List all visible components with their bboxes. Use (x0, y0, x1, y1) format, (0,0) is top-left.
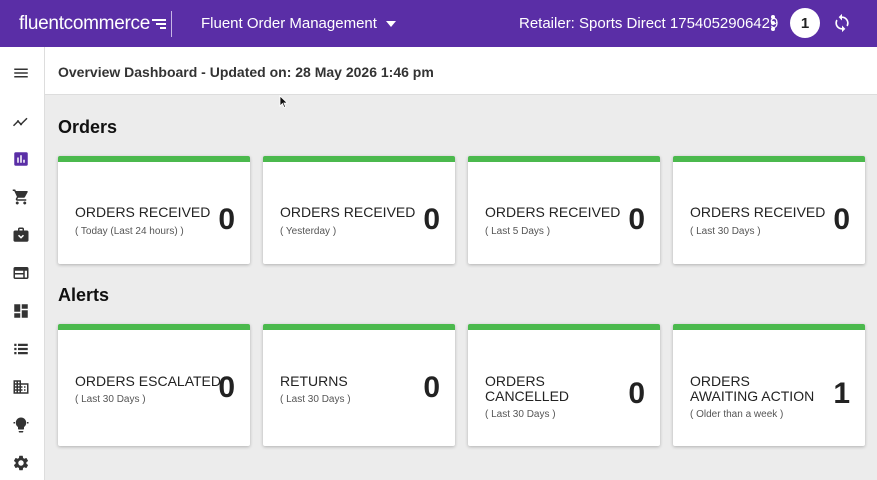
caret-down-icon (385, 20, 396, 27)
returns-card[interactable]: RETURNS ( Last 30 Days ) 0 (263, 324, 455, 446)
card-value: 0 (833, 203, 850, 236)
mouse-cursor-icon (279, 95, 289, 109)
card-value: 1 (833, 377, 850, 410)
chart-icon[interactable] (11, 149, 31, 169)
orders-section-title: Orders (58, 117, 118, 137)
orders-received-30-days-card[interactable]: ORDERS RECEIVED ( Last 30 Days ) 0 (673, 156, 865, 264)
page-title: Overview Dashboard - Updated on: 28 May … (58, 64, 434, 80)
orders-received-today-card[interactable]: ORDERS RECEIVED ( Today (Last 24 hours) … (58, 156, 250, 264)
card-value: 0 (218, 371, 235, 404)
app-switcher[interactable]: Fluent Order Management (201, 15, 396, 32)
card-label: ORDERS RECEIVED (280, 204, 416, 220)
orders-received-5-days-card[interactable]: ORDERS RECEIVED ( Last 5 Days ) 0 (468, 156, 660, 264)
gear-icon[interactable] (11, 453, 31, 473)
building-icon[interactable] (11, 377, 31, 397)
logo-bars-icon (151, 18, 166, 30)
card-value: 0 (218, 203, 235, 236)
dashboard-icon[interactable] (11, 301, 31, 321)
card-label: ORDERS RECEIVED (690, 204, 826, 220)
web-icon[interactable] (11, 263, 31, 283)
card-label: ORDERS ESCALATED (75, 373, 221, 389)
more-vert-icon[interactable] (768, 14, 778, 34)
notification-badge[interactable]: 1 (790, 8, 820, 38)
card-subtitle: ( Yesterday ) (280, 226, 337, 237)
orders-received-yesterday-card[interactable]: ORDERS RECEIVED ( Yesterday ) 0 (263, 156, 455, 264)
lightbulb-icon[interactable] (11, 415, 31, 435)
orders-awaiting-action-card[interactable]: ORDERS AWAITING ACTION ( Older than a we… (673, 324, 865, 446)
card-label: ORDERS AWAITING ACTION (690, 373, 815, 404)
cart-icon[interactable] (11, 187, 31, 207)
card-label: ORDERS CANCELLED (485, 373, 570, 404)
list-icon[interactable] (11, 339, 31, 359)
card-value: 0 (423, 203, 440, 236)
card-subtitle: ( Last 5 Days ) (485, 226, 551, 237)
card-subtitle: ( Older than a week ) (690, 409, 784, 420)
page-header: Overview Dashboard - Updated on: 28 May … (45, 47, 877, 95)
menu-icon[interactable] (11, 63, 31, 83)
card-subtitle: ( Last 30 Days ) (280, 394, 351, 405)
orders-escalated-card[interactable]: ORDERS ESCALATED ( Last 30 Days ) 0 (58, 324, 250, 446)
trending-icon[interactable] (11, 112, 31, 132)
card-subtitle: ( Today (Last 24 hours) ) (75, 226, 184, 237)
top-divider (171, 11, 172, 37)
card-label: RETURNS (280, 373, 348, 389)
card-subtitle: ( Last 30 Days ) (75, 394, 146, 405)
sidebar (0, 47, 45, 480)
alerts-section-title: Alerts (58, 285, 110, 305)
card-value: 0 (628, 203, 645, 236)
refresh-icon[interactable] (832, 13, 852, 33)
briefcase-icon[interactable] (11, 225, 31, 245)
app-title: Fluent Order Management (201, 15, 377, 32)
card-label: ORDERS RECEIVED (75, 204, 211, 220)
retailer-label[interactable]: Retailer: Sports Direct 1754052906429 (519, 15, 778, 32)
fluentcommerce-logo[interactable]: fluentcommerce (19, 13, 166, 35)
top-bar: fluentcommerce Fluent Order Management R… (0, 0, 877, 47)
card-subtitle: ( Last 30 Days ) (485, 409, 556, 420)
orders-cancelled-card[interactable]: ORDERS CANCELLED ( Last 30 Days ) 0 (468, 324, 660, 446)
card-label: ORDERS RECEIVED (485, 204, 621, 220)
card-subtitle: ( Last 30 Days ) (690, 226, 761, 237)
logo-text: fluentcommerce (19, 13, 150, 34)
card-value: 0 (423, 371, 440, 404)
card-value: 0 (628, 377, 645, 410)
